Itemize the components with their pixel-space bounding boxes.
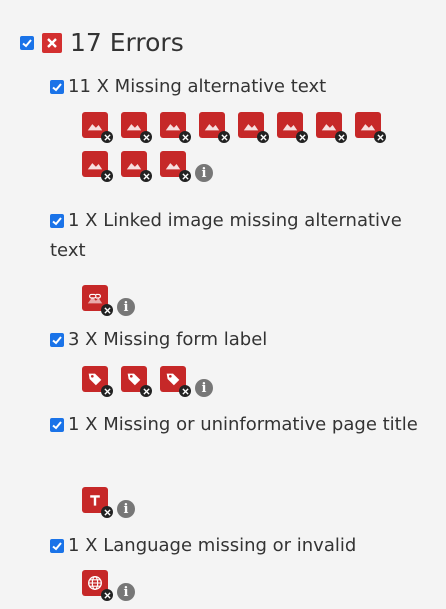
linked-image-error-icon[interactable]	[82, 285, 113, 316]
info-icon[interactable]: i	[117, 500, 135, 518]
image-error-icon[interactable]	[160, 151, 191, 182]
form-label-error-icon[interactable]	[121, 366, 152, 397]
check-icon	[52, 421, 62, 430]
page-title-error-icon[interactable]	[82, 487, 113, 518]
check-icon	[52, 83, 62, 92]
check-icon	[22, 39, 32, 48]
category-label: 1 X Language missing or invalid	[68, 535, 357, 556]
errors-title: 17 Errors	[70, 28, 184, 57]
category-label: 3 X Missing form label	[68, 329, 268, 350]
category-language: 1 X Language missing or invalid	[50, 531, 442, 561]
category-linked-image-missing-alt: 1 X Linked image missing alternative tex…	[50, 206, 442, 266]
check-icon	[52, 217, 62, 226]
icon-group-linked-image: i	[82, 285, 422, 324]
form-label-error-icon[interactable]	[160, 366, 191, 397]
image-error-icon[interactable]	[82, 151, 113, 182]
info-icon[interactable]: i	[195, 379, 213, 397]
icon-group-missing-alt-text: i	[82, 112, 422, 190]
category-checkbox[interactable]	[50, 80, 64, 94]
image-error-icon[interactable]	[277, 112, 308, 143]
error-x-icon	[42, 33, 62, 53]
info-icon[interactable]: i	[117, 583, 135, 601]
image-error-icon[interactable]	[121, 112, 152, 143]
image-error-icon[interactable]	[82, 112, 113, 143]
category-label: 11 X Missing alternative text	[68, 76, 327, 97]
image-error-icon[interactable]	[316, 112, 347, 143]
category-page-title: 1 X Missing or uninformative page title	[50, 410, 442, 440]
errors-checkbox[interactable]	[20, 36, 34, 50]
icon-group-page-title: i	[82, 487, 422, 526]
category-missing-alt-text: 11 X Missing alternative text	[50, 72, 442, 102]
category-missing-form-label: 3 X Missing form label	[50, 325, 442, 355]
info-icon[interactable]: i	[195, 164, 213, 182]
category-checkbox[interactable]	[50, 539, 64, 553]
image-error-icon[interactable]	[199, 112, 230, 143]
errors-panel: 17 Errors 11 X Missing alternative text …	[0, 0, 446, 607]
form-label-error-icon[interactable]	[82, 366, 113, 397]
image-error-icon[interactable]	[160, 112, 191, 143]
image-error-icon[interactable]	[355, 112, 386, 143]
image-error-icon[interactable]	[121, 151, 152, 182]
category-checkbox[interactable]	[50, 214, 64, 228]
category-checkbox[interactable]	[50, 333, 64, 347]
category-checkbox[interactable]	[50, 418, 64, 432]
info-icon[interactable]: i	[117, 298, 135, 316]
category-label: 1 X Missing or uninformative page title	[68, 414, 418, 435]
check-icon	[52, 336, 62, 345]
language-error-icon[interactable]	[82, 570, 113, 601]
icon-group-form-label: i	[82, 366, 422, 405]
check-icon	[52, 542, 62, 551]
category-label: 1 X Linked image missing alternative tex…	[50, 210, 402, 261]
icon-group-language: i	[82, 570, 422, 609]
errors-header: 17 Errors	[20, 28, 184, 58]
image-error-icon[interactable]	[238, 112, 269, 143]
